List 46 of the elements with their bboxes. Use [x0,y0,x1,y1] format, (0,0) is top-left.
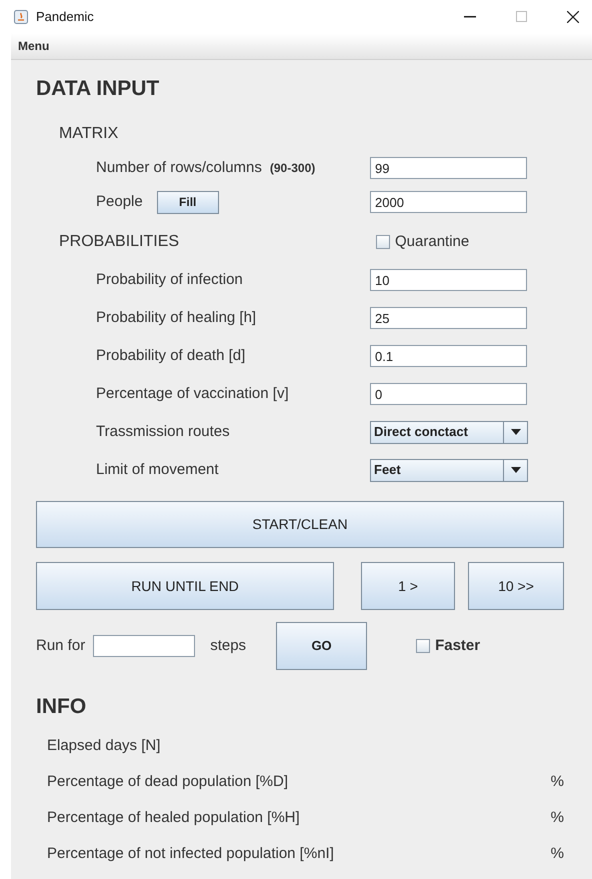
menu-item[interactable]: Menu [18,37,50,55]
subsection-heading: MATRIX [59,124,120,144]
info-label: Percentage of dead population [%D] [47,772,288,792]
step-one-button[interactable]: 1 > [361,562,455,610]
field-label: Number of rows/columns [96,158,262,178]
field-label: Limit of movement [95,460,220,480]
checkbox[interactable]: Faster [416,634,480,658]
start-clean-button[interactable]: START/CLEAN [36,501,564,548]
input-field[interactable]: 0.1 [370,345,527,367]
window-title: Pandemic [36,8,94,26]
run-until-end-button[interactable]: RUN UNTIL END [36,562,334,610]
field-label: People [96,192,143,212]
fill-button[interactable]: Fill [156,190,219,214]
steps-label: steps [210,636,246,656]
app-icon [14,10,28,24]
field-label: Trassmission routes [95,422,231,442]
dropdown[interactable]: Direct conctact [370,420,528,444]
input-field[interactable]: 0 [370,383,527,405]
section-heading: INFO [36,694,88,720]
field-label: Percentage of vaccination [v] [95,384,290,404]
rows-columns-field[interactable]: 99 [370,157,527,179]
info-label: Elapsed days [N] [47,736,160,756]
step-ten-button[interactable]: 10 >> [468,562,564,610]
run-for-label: Run for [36,636,86,656]
info-label: Percentage of not infected population [%nI] [47,844,334,864]
input-field[interactable]: 25 [370,307,527,329]
percent-unit: % [550,844,564,864]
section-heading: DATA INPUT [36,76,160,102]
close-icon[interactable] [567,10,579,22]
caret-icon [510,467,520,473]
range-hint: (90-300) [270,160,316,177]
people-field[interactable]: 2000 [370,191,527,213]
caret-icon [510,429,520,435]
dropdown[interactable]: Feet [370,458,528,482]
subsection-heading: PROBABILITIES [59,232,180,252]
info-label: Percentage of healed population [%H] [47,808,300,828]
input-field[interactable]: 10 [370,269,527,291]
field-label: Probability of infection [95,270,244,290]
field-label: Probability of healing [h] [95,308,258,328]
percent-unit: % [550,808,564,828]
minimize-icon[interactable] [464,16,476,18]
field-label: Probability of death [d] [95,346,246,366]
percent-unit: % [550,772,564,792]
steps-field[interactable] [93,635,196,657]
go-button[interactable]: GO [276,622,368,670]
checkbox[interactable]: Quarantine [376,230,470,254]
